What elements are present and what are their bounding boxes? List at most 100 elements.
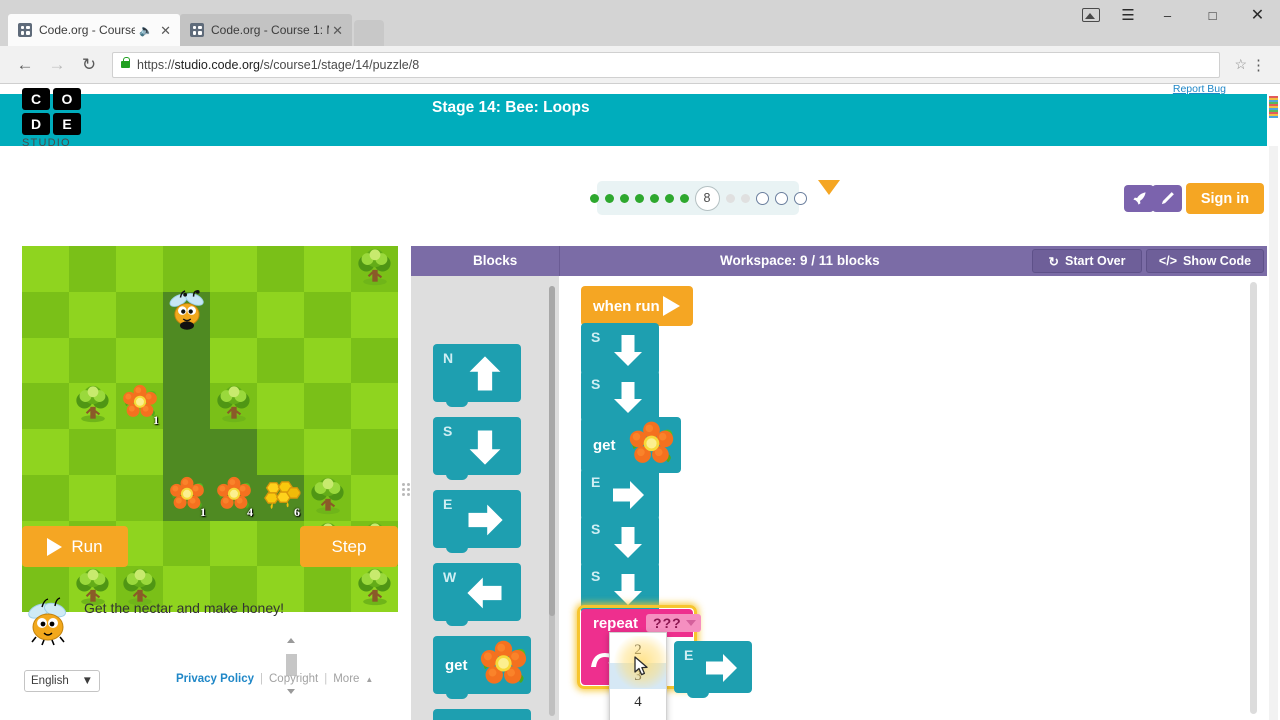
close-icon[interactable]: ✕ (329, 24, 346, 37)
block-get[interactable]: get (581, 417, 681, 478)
bookmark-star-icon[interactable]: ☆ (1234, 56, 1247, 73)
repeat-label: repeat (593, 614, 639, 632)
maze-cell (351, 291, 398, 338)
block-when-run[interactable]: when run (581, 286, 693, 331)
privacy-policy-link[interactable]: Privacy Policy (176, 673, 254, 685)
maze-cell (304, 337, 351, 384)
dropdown-option[interactable]: 5 (610, 715, 666, 720)
block-direction-s[interactable]: S (433, 417, 521, 480)
profile-icon[interactable] (1071, 0, 1111, 30)
block-direction-n[interactable]: N (433, 344, 521, 407)
maze-cell (163, 520, 210, 567)
language-value: English (31, 675, 69, 687)
page-content: Report Bug C O D E STUDIO Stage 14: Bee:… (0, 84, 1280, 720)
workspace-scrollbar[interactable] (1250, 282, 1257, 714)
maze-cell (210, 520, 257, 567)
maze-cell (304, 246, 351, 292)
block-make[interactable]: make (433, 709, 531, 720)
block-direction-s[interactable]: S (581, 370, 659, 427)
page-footer: English ▼ Privacy Policy | Copyright | M… (0, 665, 410, 715)
footer-links: Privacy Policy | Copyright | More ▲ (176, 673, 373, 685)
logo-letter-c: C (22, 88, 50, 110)
copyright-link[interactable]: Copyright (269, 673, 318, 685)
maze-cell (257, 291, 304, 338)
reload-icon[interactable]: ↻ (74, 50, 104, 80)
maze-cell (351, 429, 398, 475)
run-button[interactable]: Run (22, 526, 128, 567)
browser-tab-1[interactable]: Code.org - Course 1: 🔈 ✕ (8, 14, 180, 46)
forward-arrow-icon[interactable]: → (42, 50, 72, 80)
block-direction-e[interactable]: E (433, 490, 521, 553)
blockly-panel: Blocks Workspace: 9 / 11 blocks ↻ Start … (411, 146, 1267, 720)
maze-cell (304, 383, 351, 429)
blocks-toolbox[interactable]: N S E W get make repeat ??? (411, 276, 559, 720)
game-panel: 1 1 4 6 Run Step Get the nectar and make… (0, 146, 410, 720)
browser-tab-2[interactable]: Code.org - Course 1: Ma ✕ (180, 14, 352, 46)
maze-cell (22, 337, 69, 384)
block-get[interactable]: get (433, 636, 531, 699)
play-triangle-icon (47, 537, 63, 556)
get-label: get (593, 436, 616, 454)
more-link[interactable]: More (333, 673, 359, 685)
tab-title: Code.org - Course 1: (39, 23, 136, 37)
maze-cell (163, 337, 210, 384)
maze-cell (257, 337, 304, 384)
arrow-up-icon (463, 352, 507, 401)
address-bar[interactable]: https://studio.code.org/s/course1/stage/… (112, 51, 1221, 78)
step-label: Step (331, 536, 367, 556)
panel-resize-handle[interactable] (402, 483, 410, 503)
browser-menu-icon[interactable]: ⋮ (1247, 56, 1270, 74)
language-select[interactable]: English ▼ (24, 670, 100, 692)
dropdown-option[interactable]: 4 (610, 689, 666, 715)
scrollbar-thumb[interactable] (549, 286, 555, 616)
logo-letter-e: E (53, 113, 81, 135)
codeorg-logo[interactable]: C O D E STUDIO (22, 88, 92, 149)
window-menu-icon[interactable]: ☰ (1111, 0, 1145, 30)
get-label: get (445, 656, 468, 674)
block-direction-e[interactable]: E (581, 468, 659, 525)
chevron-up-icon: ▲ (365, 674, 374, 684)
arrow-right-icon (608, 475, 648, 520)
maze-cell (304, 291, 351, 338)
maze-cell (163, 429, 210, 475)
maze-cell (304, 429, 351, 475)
maze-cell (257, 520, 304, 567)
speaker-icon[interactable]: 🔈 (139, 24, 153, 37)
block-direction-s[interactable]: S (581, 515, 659, 572)
block-direction-w[interactable]: W (433, 563, 521, 626)
page-scrollbar[interactable] (1269, 146, 1278, 720)
step-button[interactable]: Step (300, 526, 398, 567)
show-code-label: Show Code (1183, 254, 1252, 268)
back-arrow-icon[interactable]: ← (10, 50, 40, 80)
start-over-button[interactable]: ↻ Start Over (1032, 249, 1142, 273)
arrow-right-icon (463, 498, 507, 547)
arrow-right-icon (701, 648, 741, 693)
maze-cell (210, 383, 257, 429)
window-close-button[interactable]: ✕ (1235, 0, 1280, 30)
show-code-button[interactable]: </> Show Code (1146, 249, 1264, 273)
logo-letter-d: D (22, 113, 50, 135)
new-tab-button[interactable] (354, 20, 384, 46)
maze-cell (210, 291, 257, 338)
close-icon[interactable]: ✕ (157, 24, 174, 37)
block-connector (446, 620, 468, 626)
scroll-up-icon[interactable] (287, 638, 295, 643)
direction-letter: W (443, 569, 457, 585)
block-direction-e[interactable]: E (674, 641, 752, 698)
maze-cell (22, 474, 69, 521)
page-title: Stage 14: Bee: Loops (432, 99, 590, 116)
maze-cell (351, 383, 398, 429)
run-label: Run (71, 536, 103, 556)
repeat-value-field[interactable]: ??? (646, 614, 701, 632)
lock-icon (121, 57, 130, 68)
block-connector (446, 693, 468, 699)
toolbox-scrollbar[interactable] (549, 286, 555, 716)
maze-cell (257, 246, 304, 292)
block-connector (446, 474, 468, 480)
block-direction-s[interactable]: S (581, 323, 659, 380)
code-brackets-icon: </> (1158, 254, 1177, 268)
maximize-button[interactable]: □ (1190, 0, 1235, 30)
minimize-button[interactable]: – (1145, 0, 1190, 30)
direction-letter: S (591, 568, 601, 584)
repeat-value: ??? (653, 615, 682, 631)
